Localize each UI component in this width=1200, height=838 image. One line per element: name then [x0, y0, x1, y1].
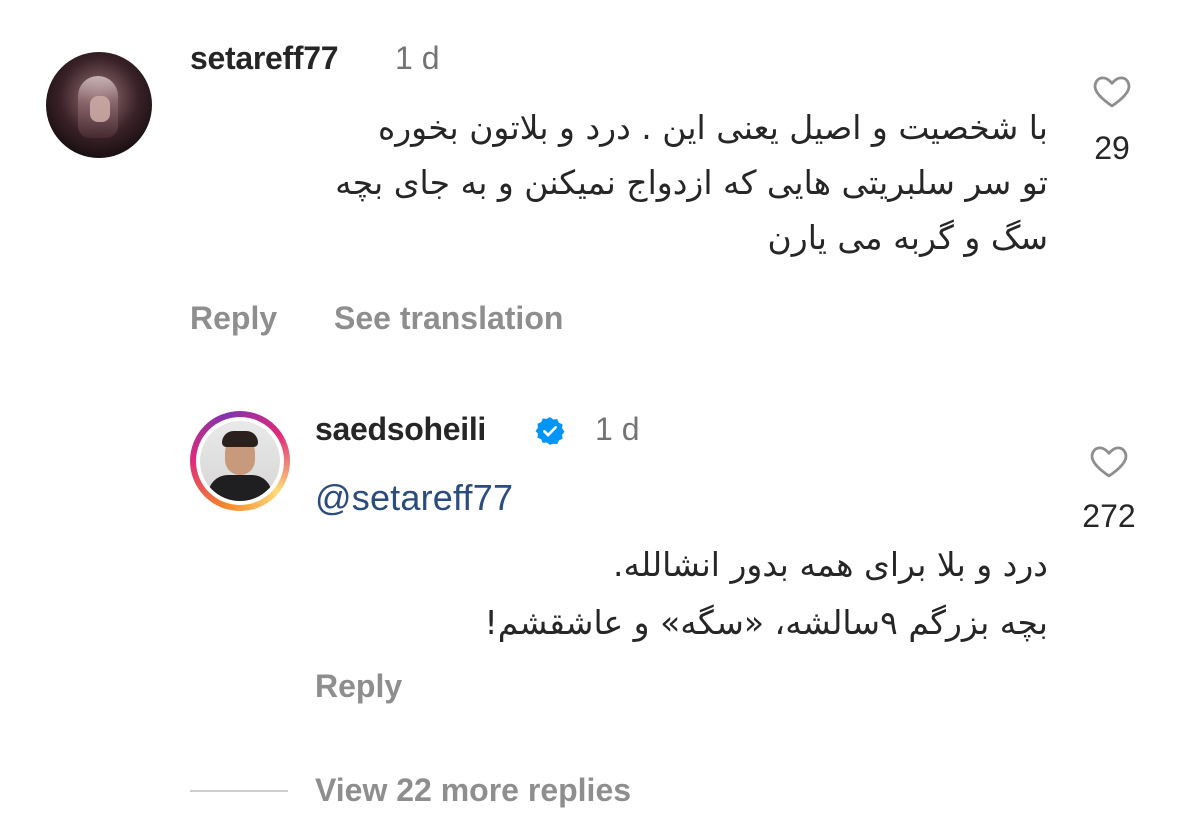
avatar-photo-hand: [90, 96, 110, 122]
replies-divider: [190, 790, 288, 792]
avatar: [200, 421, 280, 501]
verified-badge-icon: [535, 416, 565, 446]
avatar-photo-hair: [222, 431, 258, 447]
reply-button[interactable]: Reply: [315, 668, 402, 705]
like-count: 29: [1094, 130, 1130, 166]
comment-text-line: با شخصیت و اصیل یعنی این . درد و بلاتون …: [377, 108, 1048, 147]
reply-text-line: بچه بزرگم ۹سالشه، «سگه» و عاشقشم!: [484, 603, 1048, 642]
story-ring-avatar[interactable]: [190, 411, 290, 511]
reply-text: درد و بلا برای همه بدور انشالله. بچه بزر…: [248, 536, 1048, 652]
reply-username[interactable]: saedsoheili: [315, 411, 486, 448]
like-heart-icon[interactable]: [1087, 440, 1131, 482]
avatar[interactable]: [46, 52, 152, 158]
like-heart-icon[interactable]: [1090, 70, 1134, 112]
avatar-photo-body: [208, 475, 272, 501]
comment-text-line: سگ و گربه می یارن: [767, 218, 1048, 257]
comment-text-line: تو سر سلبریتی هایی که ازدواج نمیکنن و به…: [335, 163, 1048, 202]
see-translation-button[interactable]: See translation: [334, 300, 563, 337]
like-count: 272: [1082, 498, 1136, 534]
reply-text-line: درد و بلا برای همه بدور انشالله.: [612, 545, 1048, 584]
avatar-ring-gap: [196, 417, 284, 505]
comment-username[interactable]: setareff77: [190, 40, 339, 77]
mention-link[interactable]: @setareff77: [315, 477, 513, 519]
comment-text: با شخصیت و اصیل یعنی این . درد و بلاتون …: [148, 100, 1048, 265]
reply-time: 1 d: [595, 411, 640, 447]
view-more-replies-button[interactable]: View 22 more replies: [315, 772, 631, 809]
comment-time: 1 d: [395, 40, 440, 76]
reply-button[interactable]: Reply: [190, 300, 277, 337]
